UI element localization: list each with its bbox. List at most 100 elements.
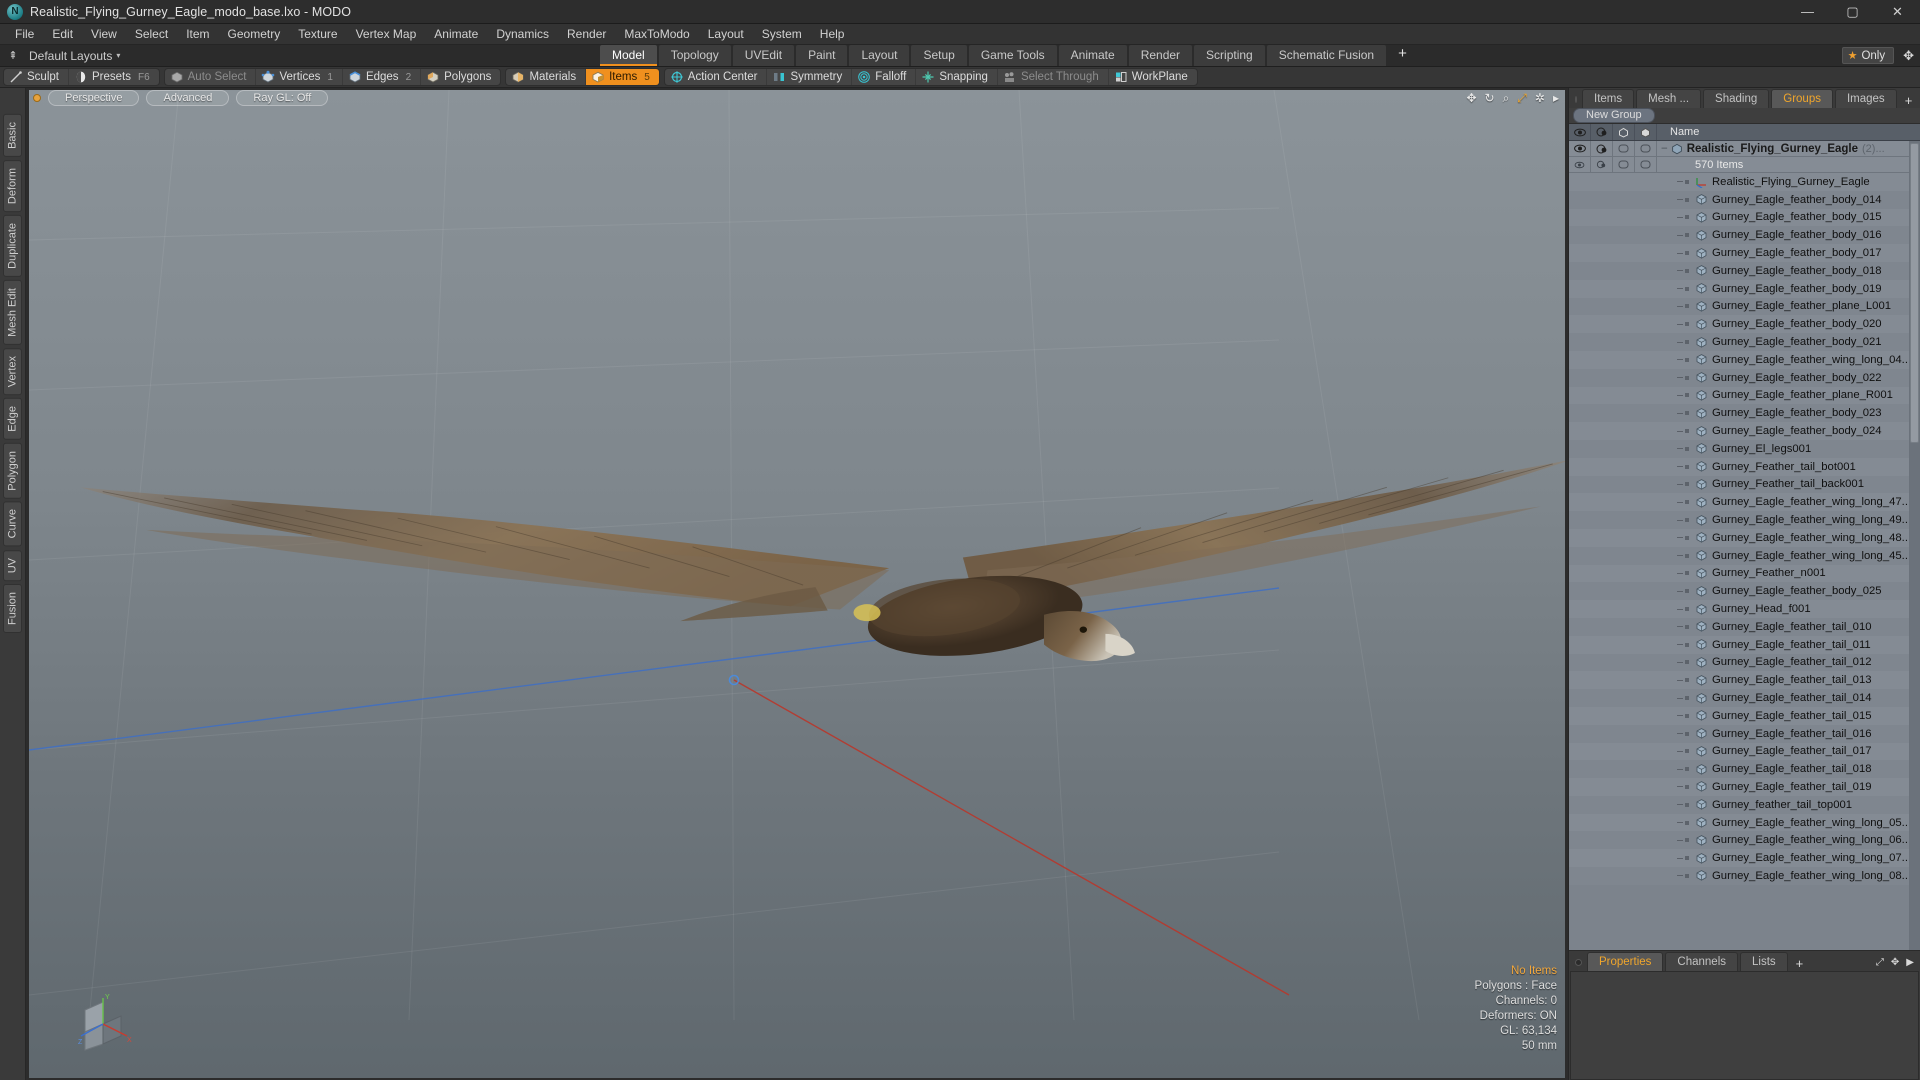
- tree-node-square[interactable]: [1685, 802, 1689, 807]
- menu-item-texture[interactable]: Texture: [289, 25, 346, 43]
- render-icon[interactable]: [1591, 124, 1613, 140]
- tree-node-square[interactable]: [1685, 411, 1689, 416]
- layout-tab-animate[interactable]: Animate: [1058, 45, 1127, 66]
- tree-node-square[interactable]: [1685, 482, 1689, 487]
- fit-icon[interactable]: ⤢: [1517, 92, 1527, 104]
- group-shade-toggle[interactable]: [1635, 141, 1657, 156]
- item-row[interactable]: Gurney_Eagle_feather_body_020: [1569, 315, 1920, 334]
- viewport-raygl-button[interactable]: Ray GL: Off: [236, 90, 329, 106]
- mode-button-sculpt[interactable]: Sculpt: [4, 69, 69, 85]
- mode-button-falloff[interactable]: Falloff: [852, 69, 917, 85]
- tree-node-square[interactable]: [1685, 731, 1689, 736]
- sub-eye-icon[interactable]: [1569, 157, 1591, 172]
- tree-node-square[interactable]: [1685, 749, 1689, 754]
- menu-item-view[interactable]: View: [82, 25, 126, 43]
- menu-item-select[interactable]: Select: [126, 25, 177, 43]
- tree-node-square[interactable]: [1685, 535, 1689, 540]
- rotate-icon[interactable]: ↻: [1485, 92, 1495, 104]
- item-row[interactable]: Gurney_Feather_tail_back001: [1569, 475, 1920, 494]
- maximize-button[interactable]: ▢: [1830, 0, 1875, 23]
- item-row[interactable]: Gurney_Eagle_feather_wing_long_04...: [1569, 350, 1920, 369]
- tree-node-square[interactable]: [1685, 500, 1689, 505]
- mode-button-materials[interactable]: Materials: [506, 69, 587, 85]
- tree-node-square[interactable]: [1685, 197, 1689, 202]
- tree-node-square[interactable]: [1685, 375, 1689, 380]
- item-row[interactable]: Gurney_Eagle_feather_wing_long_07...: [1569, 849, 1920, 868]
- layout-tab-scripting[interactable]: Scripting: [1194, 45, 1265, 66]
- group-lock-toggle[interactable]: [1613, 141, 1635, 156]
- tree-node-square[interactable]: [1685, 357, 1689, 362]
- tree-node-square[interactable]: [1685, 340, 1689, 345]
- item-row[interactable]: Gurney_Eagle_feather_body_023: [1569, 404, 1920, 423]
- layout-tab-layout[interactable]: Layout: [849, 45, 910, 66]
- group-eye-icon[interactable]: [1569, 141, 1591, 156]
- tree-node-square[interactable]: [1685, 429, 1689, 434]
- zoom-icon[interactable]: ⌕: [1503, 92, 1510, 104]
- item-row[interactable]: Gurney_Eagle_feather_tail_013: [1569, 671, 1920, 690]
- item-list[interactable]: − Realistic_Flying_Gurney_Eagle (2)... 5…: [1569, 141, 1920, 950]
- item-row[interactable]: Gurney_Eagle_feather_plane_R001: [1569, 386, 1920, 405]
- tree-node-square[interactable]: [1685, 179, 1689, 184]
- item-row[interactable]: Gurney_Feather_tail_bot001: [1569, 457, 1920, 476]
- panel-tab-shading[interactable]: Shading: [1703, 89, 1770, 108]
- tool-tab-deform[interactable]: Deform: [3, 159, 22, 212]
- item-row[interactable]: Gurney_Eagle_feather_wing_long_49...: [1569, 511, 1920, 529]
- properties-tab-channels[interactable]: Channels: [1665, 952, 1739, 971]
- move-icon[interactable]: ✥: [1466, 92, 1476, 104]
- add-layout-tab-button[interactable]: +: [1388, 45, 1417, 66]
- tool-tab-uv[interactable]: UV: [3, 549, 22, 582]
- shade-icon[interactable]: [1635, 124, 1657, 140]
- tree-node-square[interactable]: [1685, 446, 1689, 451]
- item-row[interactable]: Gurney_Eagle_feather_tail_010: [1569, 617, 1920, 636]
- tree-node-square[interactable]: [1685, 767, 1689, 772]
- item-row[interactable]: Gurney_Eagle_feather_body_022: [1569, 368, 1920, 387]
- chevron-right-icon[interactable]: ▸: [1553, 92, 1559, 104]
- item-row[interactable]: Gurney_Eagle_feather_plane_L001: [1569, 297, 1920, 316]
- mode-button-items[interactable]: Items 5: [586, 69, 659, 85]
- mode-button-snapping[interactable]: Snapping: [916, 69, 998, 85]
- tree-node-square[interactable]: [1685, 678, 1689, 683]
- expand-icon[interactable]: ⤢: [1876, 957, 1884, 968]
- mode-button-polygons[interactable]: Polygons: [421, 69, 500, 85]
- mode-button-action-center[interactable]: Action Center: [665, 69, 768, 85]
- tree-node-square[interactable]: [1685, 571, 1689, 576]
- tree-node-square[interactable]: [1685, 393, 1689, 398]
- item-row[interactable]: Gurney_Feather_n001: [1569, 564, 1920, 583]
- tree-node-square[interactable]: [1685, 518, 1689, 523]
- sub-render-icon[interactable]: [1591, 157, 1613, 172]
- add-properties-tab-button[interactable]: +: [1790, 957, 1810, 971]
- menu-item-layout[interactable]: Layout: [699, 25, 753, 43]
- menu-item-edit[interactable]: Edit: [43, 25, 82, 43]
- tree-node-square[interactable]: [1685, 820, 1689, 825]
- menu-item-file[interactable]: File: [6, 25, 43, 43]
- item-row[interactable]: Gurney_Eagle_feather_wing_long_08...: [1569, 867, 1920, 885]
- chevron-right-icon[interactable]: ▶: [1906, 957, 1914, 968]
- item-row[interactable]: Gurney_Head_f001: [1569, 600, 1920, 618]
- panel-tab-items[interactable]: Items: [1582, 89, 1635, 108]
- item-row[interactable]: Gurney_feather_tail_top001: [1569, 795, 1920, 814]
- tree-node-square[interactable]: [1685, 268, 1689, 273]
- item-row[interactable]: Gurney_Eagle_feather_wing_long_48...: [1569, 528, 1920, 547]
- layout-selector[interactable]: ⇞ Default Layouts ▾: [0, 49, 120, 63]
- tool-tab-polygon[interactable]: Polygon: [3, 442, 22, 499]
- layout-tab-game-tools[interactable]: Game Tools: [968, 45, 1057, 66]
- mode-button-edges[interactable]: Edges 2: [343, 69, 422, 85]
- tool-tab-basic[interactable]: Basic: [3, 114, 22, 157]
- sub-lock-toggle[interactable]: [1613, 157, 1635, 172]
- item-row[interactable]: Gurney_Eagle_feather_body_016: [1569, 226, 1920, 245]
- layout-tab-uvedit[interactable]: UVEdit: [732, 45, 795, 66]
- new-group-button[interactable]: New Group: [1573, 108, 1655, 123]
- lock-icon[interactable]: [1613, 124, 1635, 140]
- tree-node-square[interactable]: [1685, 607, 1689, 612]
- tree-node-square[interactable]: [1685, 589, 1689, 594]
- menu-item-maxtomodo[interactable]: MaxToModo: [615, 25, 698, 43]
- group-render-icon[interactable]: [1591, 141, 1613, 156]
- menu-item-help[interactable]: Help: [811, 25, 854, 43]
- tree-node-square[interactable]: [1685, 696, 1689, 700]
- mode-button-select-through[interactable]: Select Through: [998, 69, 1109, 85]
- item-row[interactable]: Gurney_Eagle_feather_body_018: [1569, 261, 1920, 280]
- gear-icon[interactable]: ✥: [1891, 957, 1899, 968]
- add-panel-tab-button[interactable]: +: [1899, 94, 1919, 108]
- menu-item-vertex-map[interactable]: Vertex Map: [347, 25, 426, 43]
- tool-tab-vertex[interactable]: Vertex: [3, 347, 22, 395]
